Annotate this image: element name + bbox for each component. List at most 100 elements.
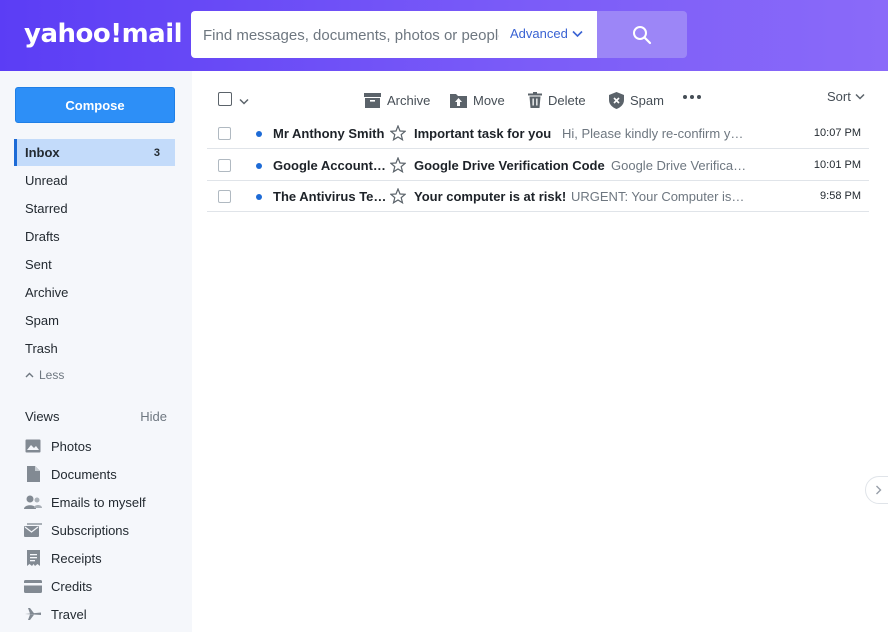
star-icon[interactable] xyxy=(389,124,407,146)
message-subject: Google Drive Verification Code xyxy=(414,158,605,173)
sidebar-item-label: Drafts xyxy=(25,229,60,244)
view-item-label: Emails to myself xyxy=(51,494,146,510)
search-box: Advanced xyxy=(191,11,597,58)
unread-dot-icon xyxy=(256,131,262,137)
delete-label: Delete xyxy=(548,92,586,108)
views-header: Views Hide xyxy=(25,409,167,424)
credit-card-icon xyxy=(24,577,42,595)
sidebar-item-inbox[interactable]: Inbox 3 xyxy=(14,139,175,166)
message-time: 10:07 PM xyxy=(813,127,861,139)
sidebar-item-label: Starred xyxy=(25,201,68,216)
message-subject: Your computer is at risk! xyxy=(414,189,567,204)
sidebar: Compose Inbox 3 Unread Starred Drafts Se… xyxy=(0,71,192,632)
message-row[interactable]: The Antivirus Team Your computer is at r… xyxy=(207,181,869,212)
message-time: 10:01 PM xyxy=(813,159,861,171)
message-checkbox[interactable] xyxy=(218,190,231,203)
search-icon xyxy=(633,25,652,44)
trash-icon xyxy=(528,92,542,108)
message-checkbox[interactable] xyxy=(218,127,231,140)
delete-button[interactable]: Delete xyxy=(528,90,586,110)
view-item-emails-to-myself[interactable]: Emails to myself xyxy=(24,491,146,513)
select-options-dropdown[interactable] xyxy=(239,92,249,110)
chevron-down-icon xyxy=(239,98,249,105)
move-button[interactable]: Move xyxy=(450,90,505,110)
message-sender: The Antivirus Team xyxy=(273,189,389,204)
message-sender: Mr Anthony Smith xyxy=(273,126,385,141)
photo-icon xyxy=(24,437,42,455)
sidebar-item-label: Unread xyxy=(25,173,68,188)
chevron-right-icon xyxy=(875,485,881,495)
search-input[interactable] xyxy=(203,23,499,47)
view-item-travel[interactable]: Travel xyxy=(24,603,87,625)
sort-button[interactable]: Sort xyxy=(827,89,865,104)
view-item-label: Travel xyxy=(51,606,87,622)
chevron-down-icon xyxy=(572,30,583,37)
less-label: Less xyxy=(39,368,65,382)
expand-right-panel-button[interactable] xyxy=(865,476,888,504)
view-item-subscriptions[interactable]: Subscriptions xyxy=(24,519,129,541)
subscriptions-icon xyxy=(24,521,42,539)
select-all-checkbox[interactable] xyxy=(218,92,232,106)
advanced-label: Advanced xyxy=(510,26,568,41)
sidebar-item-label: Inbox xyxy=(25,145,60,160)
move-folder-icon xyxy=(450,93,467,108)
move-label: Move xyxy=(473,92,505,108)
plane-icon xyxy=(24,605,42,623)
views-hide-button[interactable]: Hide xyxy=(140,409,167,424)
sidebar-item-archive[interactable]: Archive xyxy=(14,279,175,306)
unread-dot-icon xyxy=(256,194,262,200)
more-dot-icon xyxy=(690,95,694,99)
more-dot-icon xyxy=(683,95,687,99)
view-item-label: Receipts xyxy=(51,550,102,566)
more-actions-button[interactable] xyxy=(683,95,701,99)
message-preview: Google Drive Verification Code xyxy=(611,158,747,173)
sidebar-item-trash[interactable]: Trash xyxy=(14,335,175,362)
app-header: yahoo!mail Advanced xyxy=(0,0,888,71)
people-icon xyxy=(24,493,42,511)
sidebar-item-starred[interactable]: Starred xyxy=(14,195,175,222)
archive-label: Archive xyxy=(387,92,431,108)
chevron-down-icon xyxy=(855,93,865,100)
archive-button[interactable]: Archive xyxy=(364,90,430,110)
message-preview: Hi, Please kindly re-confirm your detail… xyxy=(562,126,747,141)
view-item-photos[interactable]: Photos xyxy=(24,435,91,457)
message-sender: Google Accounts Team xyxy=(273,158,389,173)
yahoo-mail-logo[interactable]: yahoo!mail xyxy=(24,19,183,49)
sidebar-item-label: Spam xyxy=(25,313,59,328)
view-item-label: Photos xyxy=(51,438,92,454)
view-item-label: Documents xyxy=(51,466,117,482)
search-button[interactable] xyxy=(597,11,687,58)
compose-button[interactable]: Compose xyxy=(15,87,175,123)
star-icon[interactable] xyxy=(389,187,407,209)
message-checkbox[interactable] xyxy=(218,159,231,172)
star-icon[interactable] xyxy=(389,156,407,178)
message-row[interactable]: Mr Anthony Smith Important task for you … xyxy=(207,118,869,149)
sidebar-item-drafts[interactable]: Drafts xyxy=(14,223,175,250)
document-icon xyxy=(24,465,42,483)
sidebar-item-spam[interactable]: Spam xyxy=(14,307,175,334)
sidebar-item-label: Trash xyxy=(25,341,58,356)
spam-button[interactable]: Spam xyxy=(609,90,664,110)
receipt-icon xyxy=(24,549,42,567)
sidebar-item-unread[interactable]: Unread xyxy=(14,167,175,194)
message-row[interactable]: Google Accounts Team Google Drive Verifi… xyxy=(207,150,869,181)
shield-icon xyxy=(609,91,624,109)
view-item-label: Subscriptions xyxy=(51,522,130,538)
views-label: Views xyxy=(25,409,60,424)
unread-dot-icon xyxy=(256,163,262,169)
sort-label: Sort xyxy=(827,89,851,104)
sidebar-item-sent[interactable]: Sent xyxy=(14,251,175,278)
chevron-up-icon xyxy=(25,372,34,378)
advanced-search-button[interactable]: Advanced xyxy=(510,26,583,41)
view-item-receipts[interactable]: Receipts xyxy=(24,547,102,569)
less-toggle[interactable]: Less xyxy=(25,368,64,382)
message-time: 9:58 PM xyxy=(820,190,861,202)
message-toolbar: Archive Move Delete Spam Sort xyxy=(192,71,888,121)
view-item-label: Credits xyxy=(51,578,93,594)
view-item-credits[interactable]: Credits xyxy=(24,575,92,597)
sidebar-item-label: Sent xyxy=(25,257,52,272)
view-item-documents[interactable]: Documents xyxy=(24,463,117,485)
archive-icon xyxy=(364,92,381,108)
message-preview: URGENT: Your Computer is at risk xyxy=(571,189,747,204)
sidebar-item-label: Archive xyxy=(25,285,69,300)
